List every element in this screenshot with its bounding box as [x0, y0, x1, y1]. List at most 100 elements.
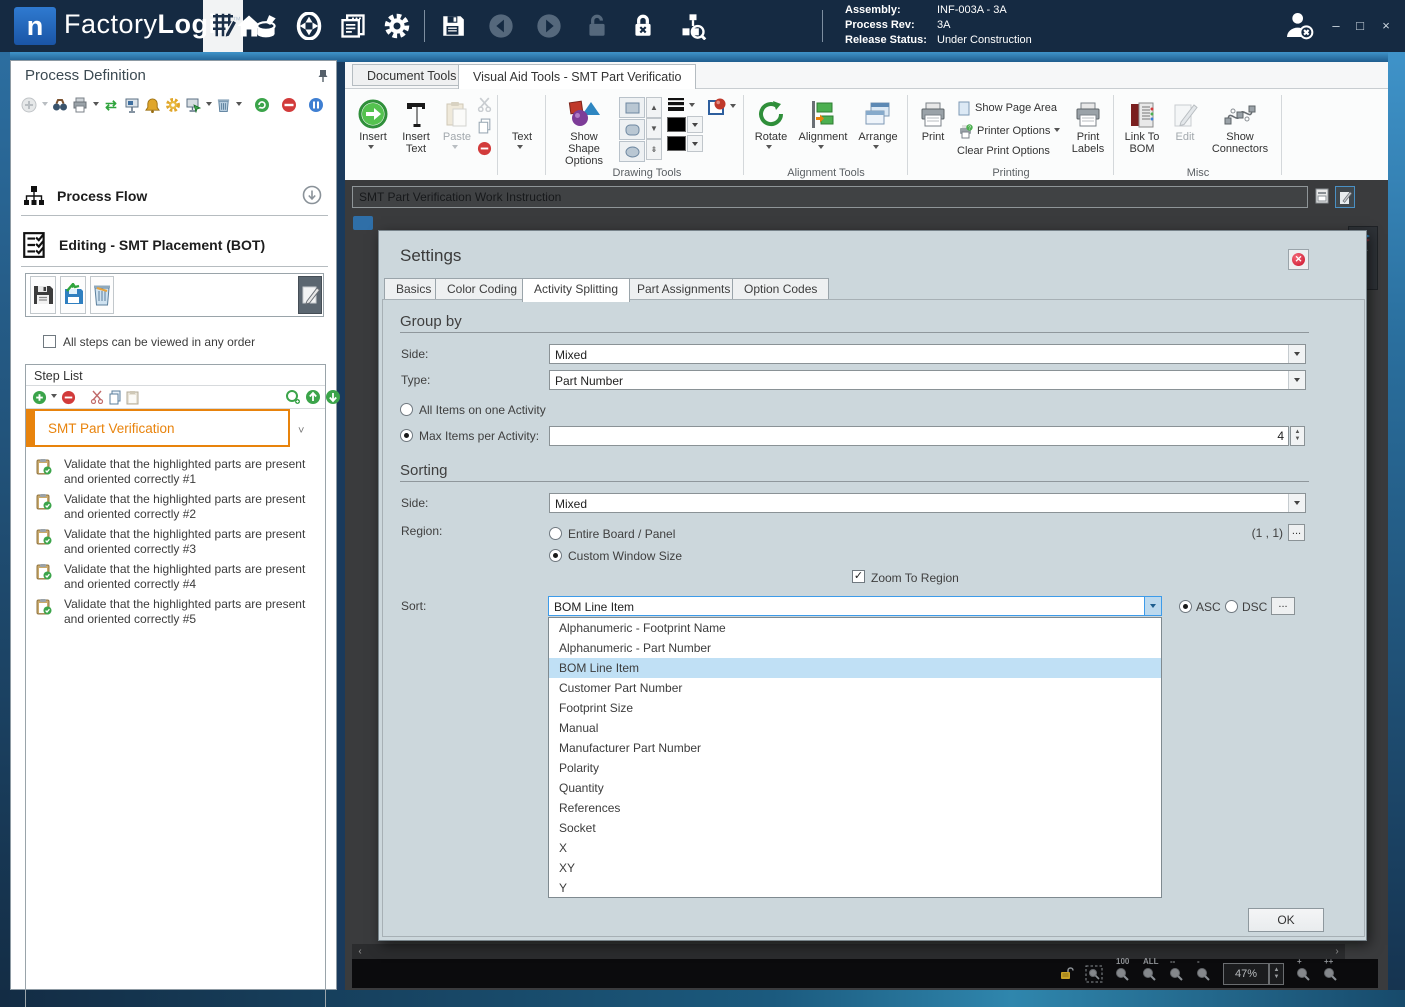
- printer-options-button[interactable]: ? Printer Options: [957, 122, 1064, 140]
- tab-activity-splitting[interactable]: Activity Splitting: [522, 278, 631, 302]
- refresh-icon[interactable]: [254, 96, 271, 114]
- sort-option[interactable]: Y: [549, 878, 1161, 897]
- ok-button[interactable]: OK: [1248, 908, 1324, 932]
- cut-icon[interactable]: [90, 388, 104, 406]
- view-order-checkbox[interactable]: [43, 335, 56, 348]
- shape-style-button[interactable]: [707, 97, 740, 117]
- maximize-icon[interactable]: □: [1350, 18, 1370, 33]
- zoom-in-fast-icon[interactable]: ++: [1322, 957, 1338, 982]
- step-item[interactable]: Validate that the highlighted parts are …: [36, 562, 318, 595]
- combo-chevron-icon[interactable]: [1288, 494, 1305, 512]
- delete-icon[interactable]: [216, 96, 233, 114]
- zoom-out-icon[interactable]: -: [1195, 957, 1211, 982]
- forward-icon[interactable]: [532, 11, 566, 41]
- fill-color-caret-icon[interactable]: [687, 135, 703, 152]
- sort-option[interactable]: Quantity: [549, 778, 1161, 798]
- bell-icon[interactable]: [144, 96, 161, 114]
- print-caret-icon[interactable]: [92, 102, 99, 106]
- sort-option[interactable]: Alphanumeric - Part Number: [549, 638, 1161, 658]
- shape-style-caret-icon[interactable]: [730, 104, 736, 108]
- dialog-close-button[interactable]: ✕: [1288, 249, 1309, 270]
- pause-icon[interactable]: [307, 96, 324, 114]
- line-weight-caret-icon[interactable]: [689, 102, 695, 107]
- line-color-swatch[interactable]: [667, 117, 686, 132]
- group-type-combobox[interactable]: Part Number: [549, 370, 1306, 390]
- tab-option-codes[interactable]: Option Codes: [732, 278, 830, 300]
- text-button[interactable]: Text: [503, 95, 541, 151]
- close-icon[interactable]: ×: [1376, 18, 1396, 33]
- scroll-right-icon[interactable]: ›: [1329, 946, 1345, 957]
- zoom-100-icon[interactable]: 100: [1114, 957, 1130, 982]
- combo-chevron-icon[interactable]: [1288, 345, 1305, 363]
- sort-option[interactable]: X: [549, 838, 1161, 858]
- scroll-more-icon[interactable]: ⇟: [646, 139, 662, 160]
- max-items-radio[interactable]: [400, 429, 413, 442]
- add-step-caret-icon[interactable]: [51, 394, 57, 398]
- rotate-button[interactable]: Rotate: [749, 95, 793, 151]
- sort-option[interactable]: Customer Part Number: [549, 678, 1161, 698]
- process-flow-row[interactable]: Process Flow: [21, 179, 328, 213]
- cut-icon[interactable]: [475, 95, 493, 113]
- dsc-radio[interactable]: [1225, 600, 1238, 613]
- custom-window-radio[interactable]: [549, 549, 562, 562]
- tab-color-coding[interactable]: Color Coding: [435, 278, 530, 300]
- edit-button[interactable]: Edit: [1167, 95, 1203, 143]
- step-item[interactable]: Validate that the highlighted parts are …: [36, 492, 318, 525]
- clear-print-options-button[interactable]: Clear Print Options: [957, 145, 1050, 157]
- alignment-button[interactable]: Alignment: [795, 95, 851, 151]
- locate-step-icon[interactable]: [285, 388, 301, 406]
- print-labels-button[interactable]: Print Labels: [1067, 95, 1109, 155]
- process-search-icon[interactable]: [676, 11, 710, 41]
- step-item[interactable]: Validate that the highlighted parts are …: [36, 527, 318, 560]
- edit-mode-button[interactable]: [298, 276, 322, 314]
- add-step-icon[interactable]: [32, 388, 47, 406]
- minimize-icon[interactable]: –: [1326, 18, 1346, 33]
- lock-view-icon[interactable]: [1059, 966, 1074, 981]
- add-caret-icon[interactable]: [41, 102, 48, 106]
- sort-option[interactable]: Alphanumeric - Footprint Name: [549, 618, 1161, 638]
- scroll-left-icon[interactable]: ‹: [352, 946, 368, 957]
- save-icon[interactable]: [436, 11, 470, 41]
- tab-part-assignments[interactable]: Part Assignments: [625, 278, 743, 300]
- rounded-rect-shape-icon[interactable]: [619, 119, 645, 140]
- canvas-edit-icon[interactable]: [1335, 186, 1355, 208]
- selected-step-smt-part-verification[interactable]: SMT Part Verification: [26, 409, 290, 447]
- materials-icon[interactable]: [250, 11, 284, 41]
- deploy-caret-icon[interactable]: [205, 102, 212, 106]
- collapse-circle-icon[interactable]: [302, 185, 322, 208]
- delete-step-button[interactable]: [90, 276, 114, 314]
- sort-option-selected[interactable]: BOM Line Item: [549, 658, 1161, 678]
- insert-button[interactable]: Insert: [353, 95, 393, 151]
- max-items-spinner[interactable]: ▲ ▼: [1290, 426, 1305, 446]
- step-chevron-icon[interactable]: ˅: [298, 425, 304, 437]
- sort-option[interactable]: References: [549, 798, 1161, 818]
- max-items-input[interactable]: [549, 426, 1289, 446]
- marquee-zoom-icon[interactable]: [1085, 965, 1103, 983]
- combo-chevron-icon[interactable]: [1288, 371, 1305, 389]
- canvas-print-icon[interactable]: [1313, 187, 1331, 210]
- entire-board-radio[interactable]: [549, 527, 562, 540]
- region-more-button[interactable]: ...: [1288, 524, 1305, 541]
- save-step-button[interactable]: [30, 276, 56, 314]
- view-order-row[interactable]: All steps can be viewed in any order: [43, 335, 255, 349]
- combo-chevron-icon[interactable]: [1144, 597, 1161, 615]
- line-weight-icon[interactable]: [667, 97, 685, 114]
- gear-yellow-icon[interactable]: [164, 96, 181, 114]
- zoom-in-icon[interactable]: +: [1295, 957, 1311, 982]
- arrange-button[interactable]: Arrange: [853, 95, 903, 151]
- sort-option[interactable]: Manufacturer Part Number: [549, 738, 1161, 758]
- rectangle-shape-icon[interactable]: [619, 97, 645, 118]
- show-page-area-button[interactable]: Show Page Area: [957, 99, 1057, 117]
- pin-icon[interactable]: [317, 69, 329, 86]
- zoom-out-fast-icon[interactable]: --: [1168, 957, 1184, 982]
- delete-caret-icon[interactable]: [236, 102, 243, 106]
- dispatch-icon[interactable]: [292, 11, 326, 41]
- documents-icon[interactable]: [336, 11, 370, 41]
- lock-x-icon[interactable]: [626, 11, 660, 41]
- sort-combobox[interactable]: BOM Line Item: [548, 596, 1162, 616]
- print-button[interactable]: Print: [913, 95, 953, 143]
- zoom-to-region-checkbox[interactable]: [852, 570, 865, 583]
- user-logout-icon[interactable]: [1282, 10, 1316, 40]
- sort-option[interactable]: Manual: [549, 718, 1161, 738]
- ellipse-shape-icon[interactable]: [619, 141, 645, 162]
